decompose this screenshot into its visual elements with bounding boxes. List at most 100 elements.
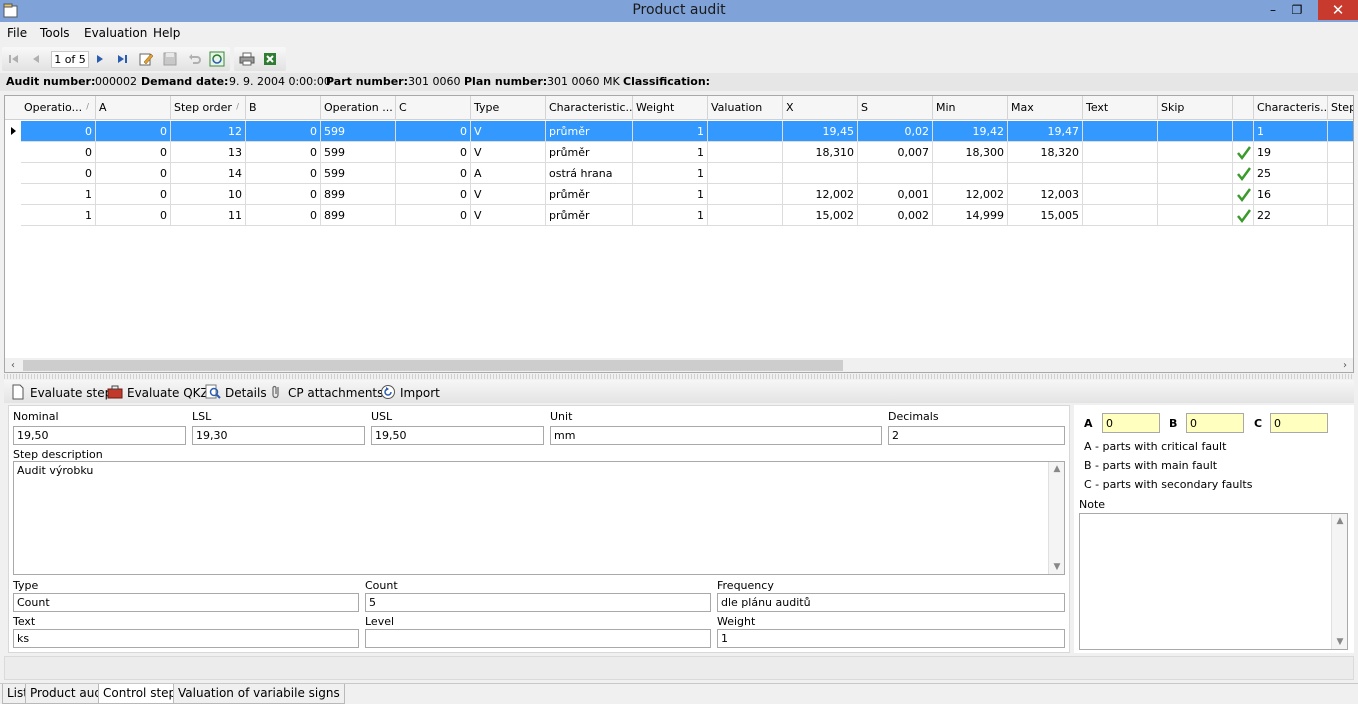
cell-b[interactable]: 0 — [246, 163, 321, 184]
next-record-icon[interactable] — [92, 51, 108, 67]
column-header-type[interactable]: Type — [471, 96, 546, 120]
row-indicator[interactable] — [5, 163, 21, 184]
cell-operation[interactable]: 899 — [321, 205, 396, 226]
cell-weight[interactable]: 1 — [633, 184, 708, 205]
cell-min[interactable]: 14,999 — [933, 205, 1008, 226]
restore-icon[interactable]: ❐ — [1284, 0, 1310, 20]
cell-min[interactable] — [933, 163, 1008, 184]
menu-help[interactable]: Help — [153, 26, 180, 40]
refresh-icon[interactable] — [209, 51, 225, 67]
row-indicator[interactable] — [5, 142, 21, 163]
table-row[interactable]: 0 0 12 0 599 0 Vprůměr 1 19,45 0,02 19,42 19,47 1 — [5, 121, 1353, 142]
cell-operation-number[interactable]: 0 — [21, 142, 96, 163]
cell-characteristic[interactable]: ostrá hrana — [546, 163, 633, 184]
note-scrollbar[interactable]: ▲ ▼ — [1331, 514, 1347, 649]
scroll-thumb[interactable] — [23, 360, 843, 371]
cell-weight[interactable]: 1 — [633, 121, 708, 142]
evaluate-qkz-button[interactable]: Evaluate QKZ — [107, 384, 209, 400]
cell-text[interactable] — [1083, 205, 1158, 226]
step-description-field[interactable]: Audit výrobku ▲ ▼ — [13, 461, 1065, 575]
description-scrollbar[interactable]: ▲ ▼ — [1048, 462, 1064, 574]
cell-b[interactable]: 0 — [246, 205, 321, 226]
cell-check[interactable] — [1233, 121, 1254, 142]
details-button[interactable]: Details — [205, 384, 267, 400]
weight-field[interactable]: 1 — [717, 629, 1065, 648]
cell-step-order[interactable]: 12 — [171, 121, 246, 142]
cell-weight[interactable]: 1 — [633, 142, 708, 163]
menu-tools[interactable]: Tools — [40, 26, 70, 40]
cell-b[interactable]: 0 — [246, 184, 321, 205]
import-button[interactable]: Import — [380, 384, 440, 400]
column-header-skip[interactable]: Skip — [1158, 96, 1233, 120]
cell-s[interactable] — [858, 163, 933, 184]
cell-operation[interactable]: 599 — [321, 121, 396, 142]
cell-type[interactable]: A — [471, 163, 546, 184]
column-header-b[interactable]: B — [246, 96, 321, 120]
note-scroll-down-icon[interactable]: ▼ — [1332, 637, 1348, 647]
cell-valuation[interactable] — [708, 163, 783, 184]
usl-field[interactable]: 19,50 — [371, 426, 544, 445]
cell-characteristic[interactable]: průměr — [546, 121, 633, 142]
column-header-step[interactable]: Step — [1328, 96, 1353, 120]
cell-c[interactable]: 0 — [396, 205, 471, 226]
cell-weight[interactable]: 1 — [633, 205, 708, 226]
panel-splitter[interactable] — [4, 374, 1354, 379]
row-indicator[interactable] — [5, 205, 21, 226]
cell-type[interactable]: V — [471, 205, 546, 226]
row-indicator[interactable] — [5, 184, 21, 205]
cell-max[interactable]: 19,47 — [1008, 121, 1083, 142]
cell-a[interactable]: 0 — [96, 163, 171, 184]
cell-check[interactable] — [1233, 205, 1254, 226]
cell-valuation[interactable] — [708, 142, 783, 163]
b-count-field[interactable]: 0 — [1186, 413, 1244, 433]
a-count-field[interactable]: 0 — [1102, 413, 1160, 433]
cell-x[interactable] — [783, 163, 858, 184]
cell-check[interactable] — [1233, 142, 1254, 163]
control-steps-grid[interactable]: Operatio... / A Step order / B Operation ... C T… — [4, 95, 1354, 373]
cell-operation[interactable]: 599 — [321, 163, 396, 184]
count-field[interactable]: 5 — [365, 593, 711, 612]
scroll-right-icon[interactable]: › — [1337, 358, 1353, 372]
type-field[interactable]: Count — [13, 593, 359, 612]
cell-characteristic-id[interactable]: 22 — [1254, 205, 1328, 226]
cell-characteristic-id[interactable]: 16 — [1254, 184, 1328, 205]
cell-skip[interactable] — [1158, 163, 1233, 184]
column-header-x[interactable]: X — [783, 96, 858, 120]
edit-icon[interactable] — [138, 51, 154, 67]
cell-skip[interactable] — [1158, 205, 1233, 226]
cell-skip[interactable] — [1158, 184, 1233, 205]
cell-a[interactable]: 0 — [96, 142, 171, 163]
cell-operation-number[interactable]: 1 — [21, 205, 96, 226]
cell-skip[interactable] — [1158, 121, 1233, 142]
cell-check[interactable] — [1233, 184, 1254, 205]
column-header-weight[interactable]: Weight — [633, 96, 708, 120]
scroll-up-icon[interactable]: ▲ — [1049, 464, 1065, 474]
cell-s[interactable]: 0,007 — [858, 142, 933, 163]
note-field[interactable]: ▲ ▼ — [1079, 513, 1348, 650]
cell-a[interactable]: 0 — [96, 184, 171, 205]
c-count-field[interactable]: 0 — [1270, 413, 1328, 433]
cell-step-order[interactable]: 11 — [171, 205, 246, 226]
cell-step-order[interactable]: 10 — [171, 184, 246, 205]
cell-valuation[interactable] — [708, 184, 783, 205]
table-row[interactable]: 0 0 13 0 599 0 Vprůměr 1 18,310 0,007 18,300 18,320… — [5, 142, 1353, 163]
cell-text[interactable] — [1083, 142, 1158, 163]
cell-characteristic[interactable]: průměr — [546, 205, 633, 226]
export-excel-icon[interactable] — [262, 51, 278, 67]
column-header-valuation[interactable]: Valuation — [708, 96, 783, 120]
menu-file[interactable]: File — [7, 26, 27, 40]
cell-x[interactable]: 18,310 — [783, 142, 858, 163]
column-header-s[interactable]: S — [858, 96, 933, 120]
cell-operation-number[interactable]: 0 — [21, 163, 96, 184]
nominal-field[interactable]: 19,50 — [13, 426, 186, 445]
cell-step[interactable] — [1328, 184, 1353, 205]
cell-check[interactable] — [1233, 163, 1254, 184]
column-header-c[interactable]: C — [396, 96, 471, 120]
cell-s[interactable]: 0,001 — [858, 184, 933, 205]
last-record-icon[interactable] — [114, 51, 130, 67]
scroll-left-icon[interactable]: ‹ — [5, 358, 21, 372]
unit-field[interactable]: mm — [550, 426, 882, 445]
table-row[interactable]: 1 0 10 0 899 0 Vprůměr 1 12,002 0,001 12,002 12,003… — [5, 184, 1353, 205]
column-header-a[interactable]: A — [96, 96, 171, 120]
cell-b[interactable]: 0 — [246, 142, 321, 163]
